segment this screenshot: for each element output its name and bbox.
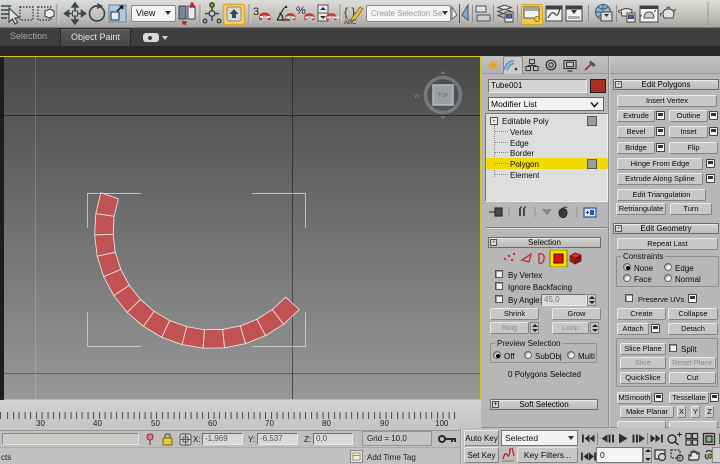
svg-text:%: % bbox=[296, 5, 306, 17]
svg-text:TOP: TOP bbox=[438, 93, 449, 99]
svg-text:W: W bbox=[414, 94, 420, 100]
svg-text:3: 3 bbox=[253, 6, 259, 18]
svg-text:ABC: ABC bbox=[344, 20, 357, 26]
